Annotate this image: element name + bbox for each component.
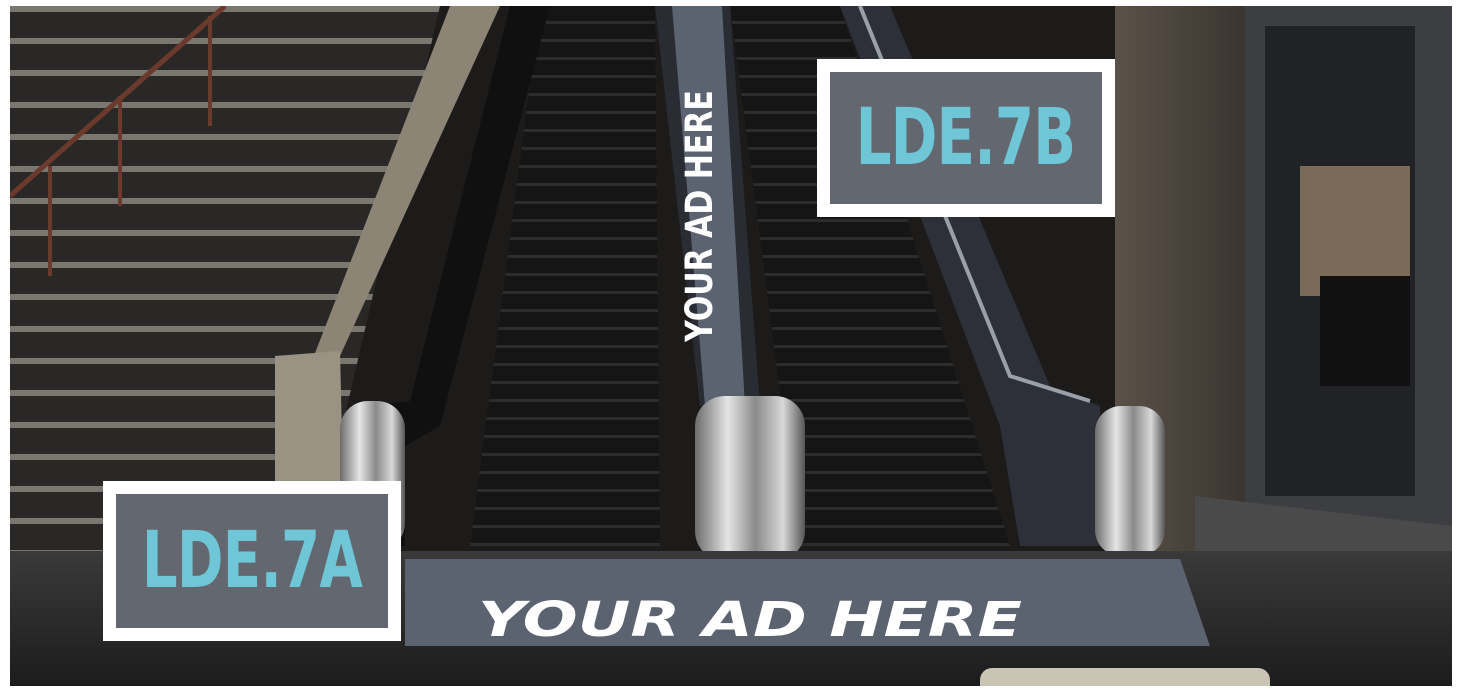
floor-ad-text: YOUR AD HERE (478, 592, 1022, 648)
placement-label-b: LDE.7B (817, 59, 1115, 217)
handrail-ad-text: YOUR AD HERE (678, 90, 722, 343)
placement-label-b-text: LDE.7B (856, 93, 1076, 183)
placement-label-a: LDE.7A (103, 481, 401, 641)
placement-label-a-text: LDE.7A (141, 516, 363, 606)
